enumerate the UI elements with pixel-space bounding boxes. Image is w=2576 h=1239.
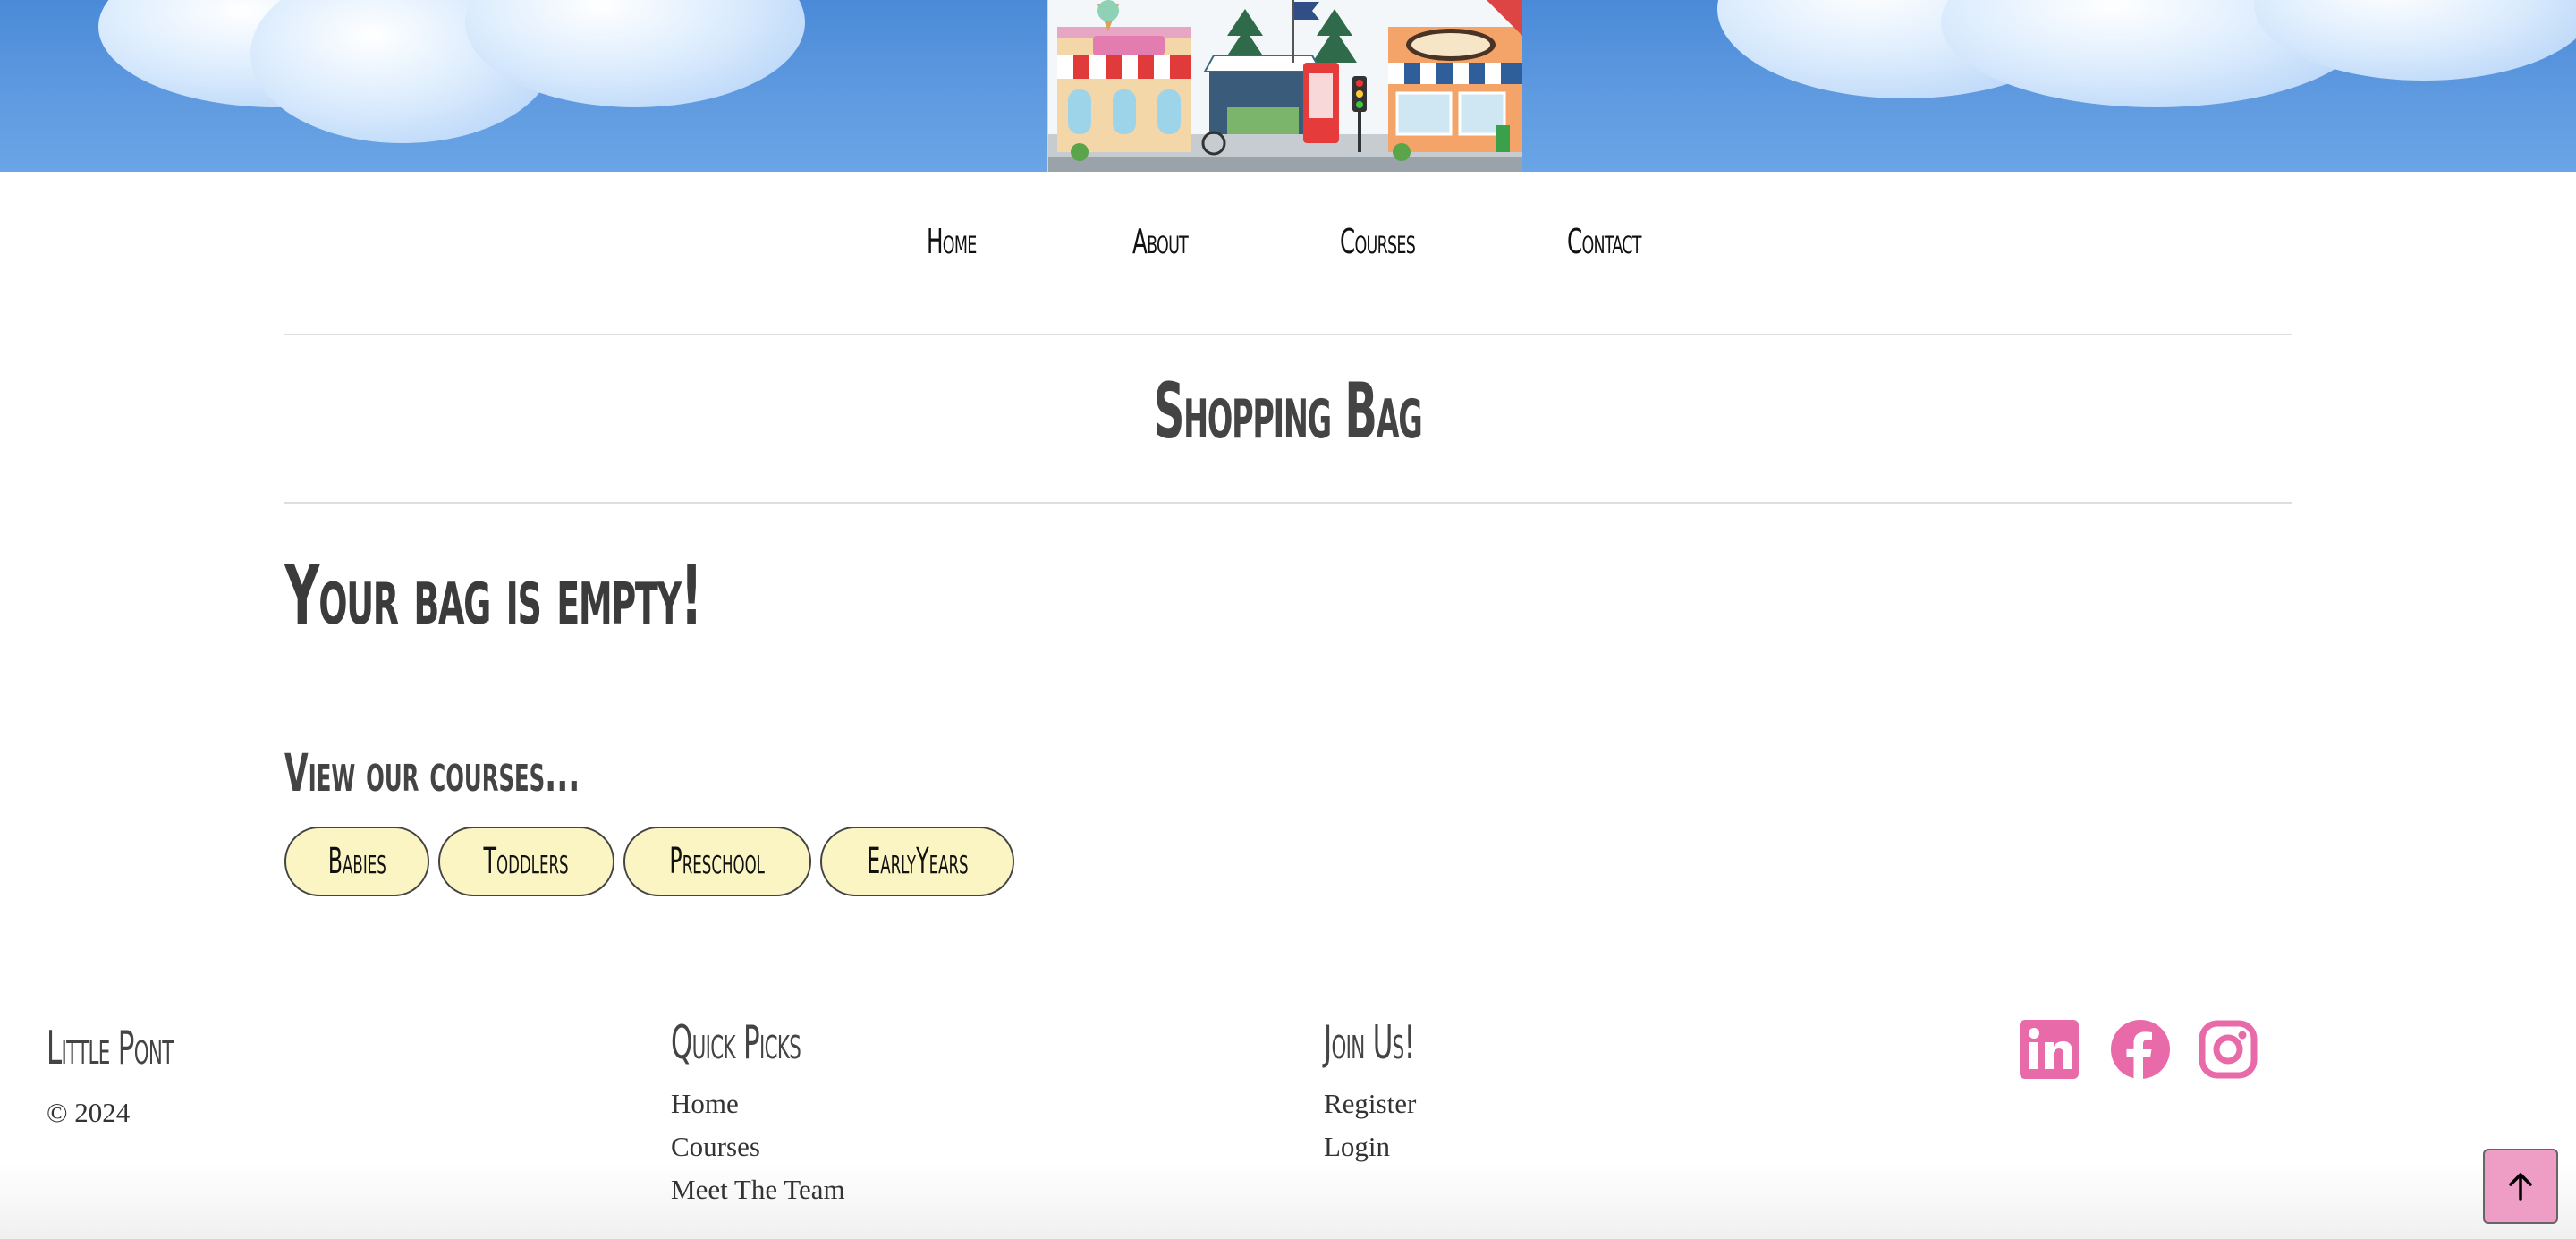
nav-courses-link[interactable]: Courses <box>1340 222 1416 261</box>
course-button-label: Toddlers <box>483 841 570 882</box>
nav-home-link[interactable]: Home <box>927 222 977 261</box>
view-courses-heading: View our courses... <box>284 743 580 803</box>
footer-link-login[interactable]: Login <box>1324 1131 1390 1163</box>
linkedin-icon-graphic <box>2020 1020 2079 1079</box>
footer-link-register[interactable]: Register <box>1324 1088 1416 1120</box>
main-nav: Home About Courses Contact <box>0 222 2576 276</box>
arrow-up-icon <box>2509 1173 2532 1201</box>
course-button-label: Preschool <box>669 841 766 882</box>
course-button-label: Babies <box>327 841 386 882</box>
footer-link-meet-the-team[interactable]: Meet The Team <box>671 1174 845 1206</box>
course-button-label: EarlyYears <box>866 841 969 882</box>
empty-bag-message: Your bag is empty! <box>284 547 703 643</box>
site-footer: Little Pont © 2024 Quick Picks Home Cour… <box>0 984 2576 1239</box>
footer-link-courses[interactable]: Courses <box>671 1131 760 1163</box>
course-button-preschool[interactable]: Preschool <box>623 827 811 896</box>
page-title-text: Shopping Bag <box>1154 367 1423 456</box>
course-button-toddlers[interactable]: Toddlers <box>438 827 614 896</box>
footer-brand: Little Pont <box>47 1022 174 1075</box>
facebook-icon[interactable] <box>2109 1018 2172 1081</box>
course-button-earlyyears[interactable]: EarlyYears <box>820 827 1014 896</box>
join-us-title: Join Us! <box>1324 1016 1415 1070</box>
footer-copyright: © 2024 <box>47 1097 131 1128</box>
hero-banner <box>0 0 2576 172</box>
nav-about-link[interactable]: About <box>1132 222 1189 261</box>
street-illustration-graphic <box>1048 0 1522 172</box>
back-to-top-button[interactable] <box>2483 1149 2558 1224</box>
course-button-babies[interactable]: Babies <box>284 827 429 896</box>
instagram-icon[interactable] <box>2197 1018 2259 1081</box>
page-title: Shopping Bag <box>0 367 2576 456</box>
linkedin-icon[interactable] <box>2018 1018 2080 1081</box>
quick-picks-title: Quick Picks <box>671 1016 801 1070</box>
instagram-icon-graphic <box>2199 1020 2258 1079</box>
footer-link-home[interactable]: Home <box>671 1088 739 1120</box>
nav-contact-link[interactable]: Contact <box>1567 222 1641 261</box>
facebook-icon-graphic <box>2111 1020 2170 1079</box>
divider-bottom <box>284 502 2292 504</box>
divider-top <box>284 334 2292 335</box>
street-illustration <box>1046 0 1522 172</box>
